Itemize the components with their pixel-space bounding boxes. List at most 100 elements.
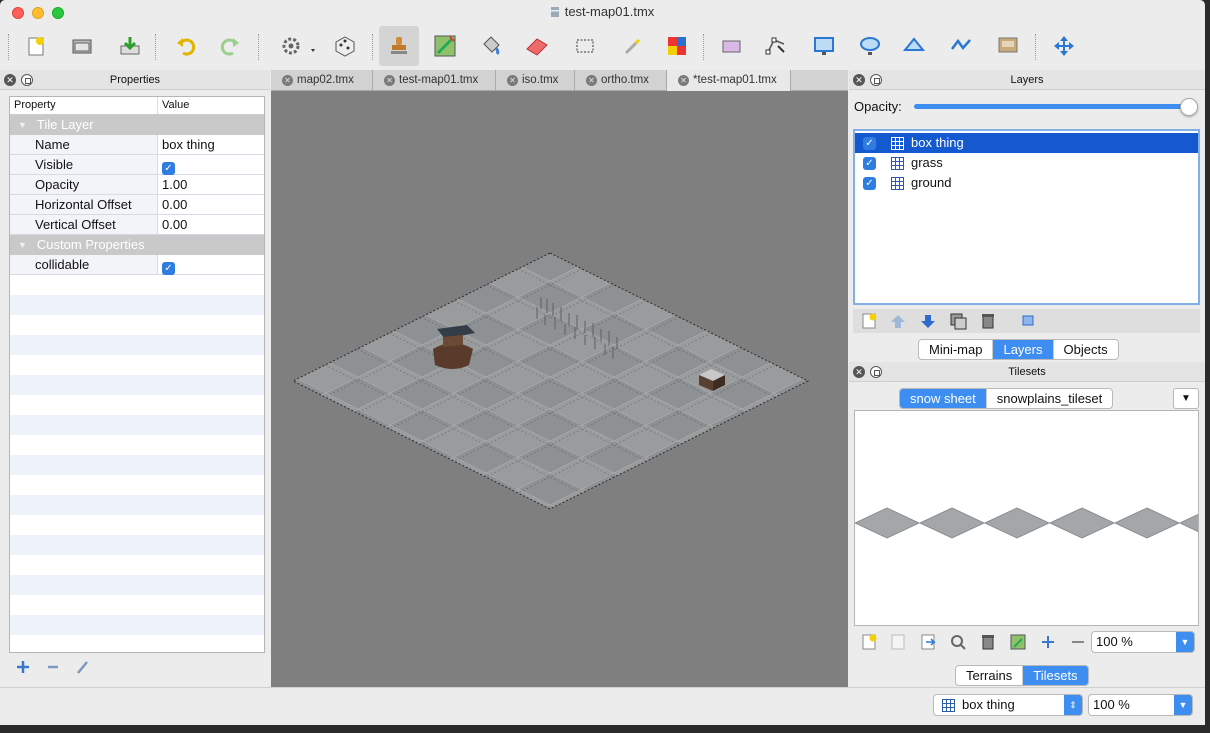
layer-row-box-thing[interactable]: ✓ box thing (855, 133, 1198, 153)
tab-ortho[interactable]: ✕ ortho.tmx (575, 70, 667, 91)
remove-property-button[interactable] (45, 659, 61, 677)
close-tab-icon[interactable]: ✕ (586, 75, 597, 86)
close-tab-icon[interactable]: ✕ (507, 75, 518, 86)
save-button[interactable] (116, 32, 144, 60)
float-icon[interactable] (870, 74, 882, 86)
zoom-out-icon[interactable] (1069, 633, 1087, 651)
map-zoom-select[interactable]: 100 % ▼ (1088, 694, 1193, 716)
move-button[interactable] (1050, 32, 1078, 60)
property-row-visible[interactable]: Visible ✓ (10, 155, 264, 175)
tab-snow-sheet[interactable]: snow sheet (900, 389, 987, 408)
commands-button[interactable] (280, 32, 320, 60)
random-mode-button[interactable] (331, 32, 359, 60)
property-row-name[interactable]: Name box thing (10, 135, 264, 155)
add-property-button[interactable] (15, 659, 31, 677)
undo-button[interactable] (172, 32, 200, 60)
insert-tile-button[interactable] (994, 32, 1022, 60)
bucket-fill-button[interactable] (477, 32, 505, 60)
property-value[interactable]: 0.00 (158, 215, 264, 234)
layer-visibility-checkbox[interactable]: ✓ (863, 177, 876, 190)
tileset-zoom-select[interactable]: 100 % ▼ (1091, 631, 1195, 653)
import-tileset-icon[interactable] (889, 633, 907, 651)
zoom-in-icon[interactable] (1039, 633, 1057, 651)
select-same-tile-button[interactable] (663, 32, 691, 60)
layer-row-grass[interactable]: ✓ grass (855, 153, 1198, 173)
group-custom-properties[interactable]: ▼ Custom Properties (10, 235, 264, 255)
new-map-button[interactable] (22, 32, 50, 60)
tileset-properties-icon[interactable] (949, 633, 967, 651)
property-row-collidable[interactable]: collidable ✓ (10, 255, 264, 275)
open-button[interactable] (68, 32, 96, 60)
float-icon[interactable] (21, 74, 33, 86)
tab-objects[interactable]: Objects (1054, 340, 1118, 359)
property-value[interactable]: box thing (158, 135, 264, 154)
insert-polyline-button[interactable] (947, 32, 975, 60)
close-icon[interactable]: ✕ (4, 74, 16, 86)
edit-terrain-icon[interactable] (1009, 633, 1027, 651)
column-header-property[interactable]: Property (10, 97, 158, 114)
delete-layer-icon[interactable] (979, 312, 997, 330)
tab-test-map01[interactable]: ✕ test-map01.tmx (373, 70, 496, 91)
properties-table-header: Property Value (10, 97, 264, 115)
insert-ellipse-button[interactable] (856, 32, 884, 60)
close-icon[interactable]: ✕ (853, 74, 865, 86)
layer-row-ground[interactable]: ✓ ground (855, 173, 1198, 193)
duplicate-layer-icon[interactable] (949, 312, 967, 330)
close-tab-icon[interactable]: ✕ (282, 75, 293, 86)
tab-test-map01-modified[interactable]: ✕ *test-map01.tmx (667, 70, 791, 91)
add-layer-icon[interactable] (860, 312, 878, 330)
tab-map02[interactable]: ✕ map02.tmx (271, 70, 373, 91)
window-minimize-button[interactable] (32, 7, 44, 19)
window-close-button[interactable] (12, 7, 24, 19)
opacity-slider-handle[interactable] (1180, 98, 1198, 116)
window-zoom-button[interactable] (52, 7, 64, 19)
lower-layer-icon[interactable] (919, 312, 937, 330)
insert-rectangle-button[interactable] (810, 32, 838, 60)
map-canvas[interactable] (271, 91, 848, 687)
export-tileset-icon[interactable] (919, 633, 937, 651)
opacity-slider-track[interactable] (914, 104, 1190, 109)
stamp-brush-button[interactable] (379, 26, 419, 66)
edit-polygons-button[interactable] (762, 32, 790, 60)
rectangular-select-button[interactable] (571, 32, 599, 60)
insert-polygon-button[interactable] (900, 32, 928, 60)
isometric-map[interactable] (271, 91, 848, 687)
terrain-brush-button[interactable] (431, 32, 459, 60)
close-tab-icon[interactable]: ✕ (384, 75, 395, 86)
group-tile-layer[interactable]: ▼ Tile Layer (10, 115, 264, 135)
select-objects-button[interactable] (718, 32, 746, 60)
collapse-triangle-icon[interactable]: ▼ (18, 235, 27, 255)
tab-snowplains-tileset[interactable]: snowplains_tileset (987, 389, 1113, 408)
close-icon[interactable]: ✕ (853, 366, 865, 378)
layer-options-icon[interactable] (1019, 312, 1037, 330)
current-layer-select[interactable]: box thing ⇕ (933, 694, 1083, 716)
property-value[interactable]: 0.00 (158, 195, 264, 214)
tab-iso[interactable]: ✕ iso.tmx (496, 70, 575, 91)
collidable-checkbox[interactable]: ✓ (162, 262, 175, 275)
layer-visibility-checkbox[interactable]: ✓ (863, 137, 876, 150)
eraser-button[interactable] (523, 32, 551, 60)
column-header-value[interactable]: Value (158, 97, 189, 114)
new-tileset-icon[interactable] (860, 633, 878, 651)
tab-layers[interactable]: Layers (993, 340, 1054, 359)
property-row-opacity[interactable]: Opacity 1.00 (10, 175, 264, 195)
tab-tilesets[interactable]: Tilesets (1023, 666, 1088, 685)
layer-visibility-checkbox[interactable]: ✓ (863, 157, 876, 170)
property-value[interactable]: 1.00 (158, 175, 264, 194)
tileset-tiles[interactable] (855, 411, 1199, 626)
tab-mini-map[interactable]: Mini-map (919, 340, 994, 359)
close-tab-icon[interactable]: ✕ (678, 75, 689, 86)
rename-property-button[interactable] (75, 659, 91, 677)
redo-button[interactable] (216, 32, 244, 60)
float-icon[interactable] (870, 366, 882, 378)
tab-terrains[interactable]: Terrains (956, 666, 1024, 685)
magic-wand-button[interactable] (618, 32, 646, 60)
visible-checkbox[interactable]: ✓ (162, 162, 175, 175)
property-row-vertical-offset[interactable]: Vertical Offset 0.00 (10, 215, 264, 235)
collapse-triangle-icon[interactable]: ▼ (18, 115, 27, 135)
remove-tileset-icon[interactable] (979, 633, 997, 651)
tileset-view[interactable] (854, 410, 1199, 626)
tileset-menu-button[interactable]: ▼ (1173, 388, 1199, 409)
raise-layer-icon[interactable] (889, 312, 907, 330)
property-row-horizontal-offset[interactable]: Horizontal Offset 0.00 (10, 195, 264, 215)
